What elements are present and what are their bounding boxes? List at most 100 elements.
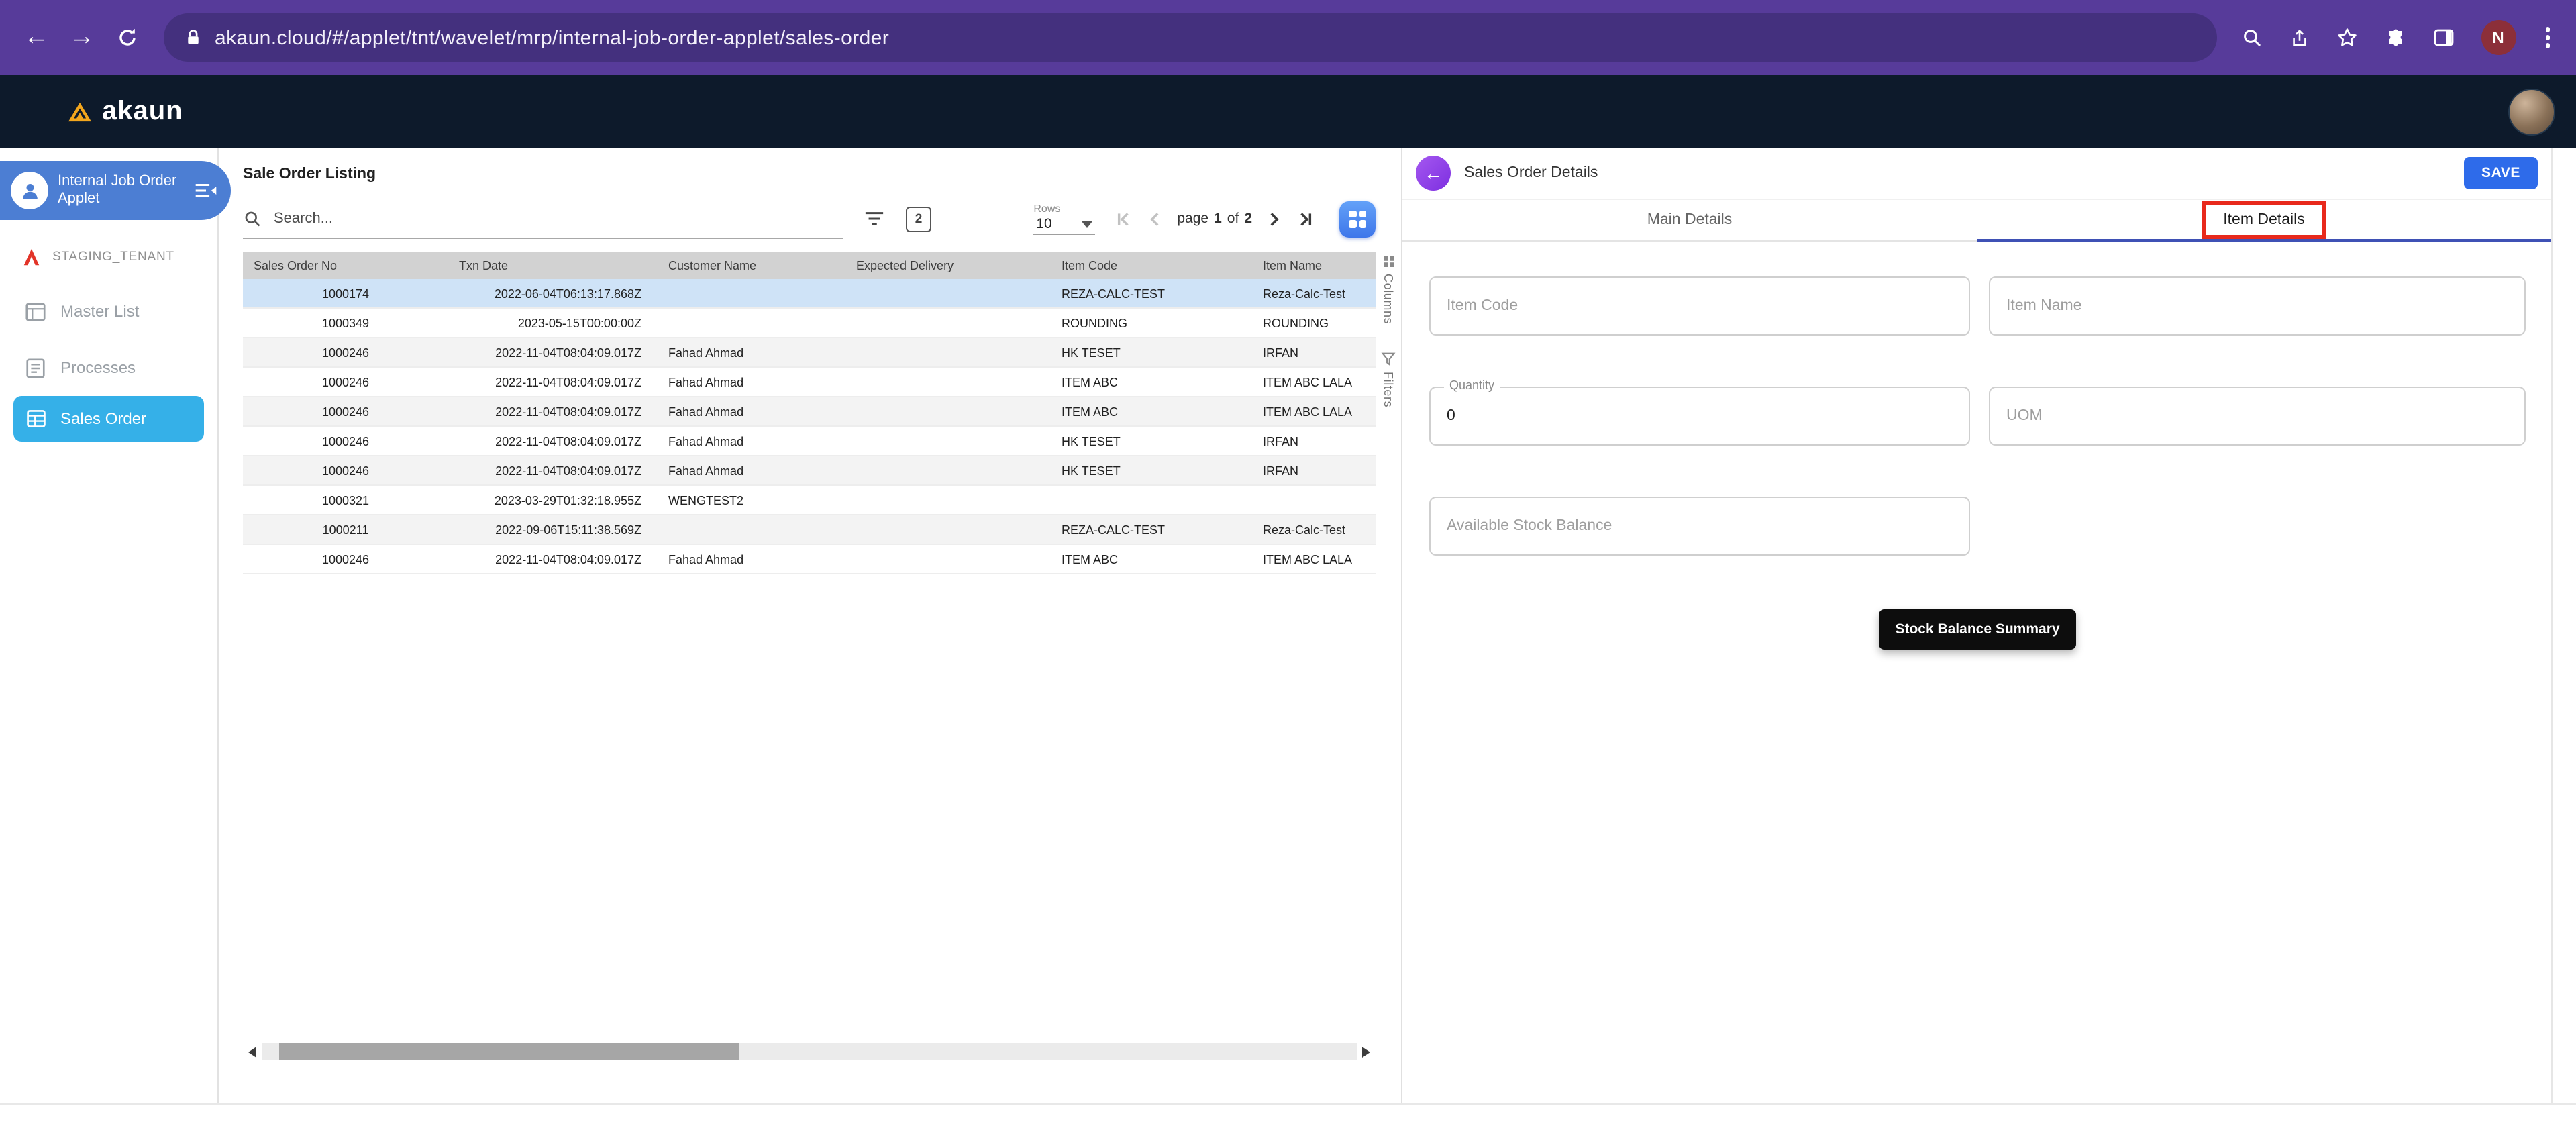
quantity-field[interactable]: Quantity 0 [1429,387,1970,446]
table-cell: ITEM ABC LALA [1252,367,1376,397]
table-row[interactable]: 10002462022-11-04T08:04:09.017ZFahad Ahm… [243,544,1376,574]
first-page-button[interactable] [1113,209,1133,229]
tab-item-details[interactable]: Item Details [1977,200,2551,240]
item-code-field[interactable]: Item Code [1429,276,1970,336]
bookmark-star-icon[interactable] [2336,27,2357,48]
table-row[interactable]: 10003492023-05-15T00:00:00ZROUNDINGROUND… [243,308,1376,338]
zoom-icon[interactable] [2240,27,2262,48]
table-row[interactable]: 10002462022-11-04T08:04:09.017ZFahad Ahm… [243,367,1376,397]
save-button[interactable]: SAVE [2464,157,2538,189]
column-header[interactable]: Item Code [1051,252,1252,279]
table-header-row: Sales Order NoTxn DateCustomer NameExpec… [243,252,1376,279]
total-pages: 2 [1244,211,1252,227]
table-cell: Fahad Ahmad [658,544,845,574]
table-cell: 2022-11-04T08:04:09.017Z [448,397,658,426]
back-button[interactable]: ← [1416,156,1451,191]
details-header: ← Sales Order Details SAVE [1402,148,2551,200]
next-page-button[interactable] [1264,209,1284,229]
filters-tab[interactable]: Filters [1381,351,1396,407]
share-icon[interactable] [2289,28,2309,48]
item-name-field[interactable]: Item Name [1989,276,2526,336]
sidebar-item-master-list[interactable]: Master List [0,283,217,340]
side-panel-icon[interactable] [2432,27,2454,48]
table-cell: 2022-11-04T08:04:09.017Z [448,367,658,397]
sales-order-icon [25,408,47,429]
tenant-icon [21,247,42,267]
table-cell: 1000174 [243,279,448,308]
lock-icon [185,28,201,47]
uom-field[interactable]: UOM [1989,387,2526,446]
sidebar-item-label: Processes [60,358,136,377]
table-cell: 2022-11-04T08:04:09.017Z [448,544,658,574]
funnel-icon [1381,351,1396,366]
sidebar-applet-header[interactable]: Internal Job Order Applet [0,161,231,220]
content-area: Internal Job Order Applet STAGING_TENANT… [0,148,2576,1105]
table-cell: 2022-11-04T08:04:09.017Z [448,338,658,367]
previous-page-button[interactable] [1145,209,1165,229]
table-cell: REZA-CALC-TEST [1051,279,1252,308]
search-icon [243,209,262,227]
menu-toggle-icon[interactable] [195,183,217,199]
user-avatar[interactable] [2508,88,2555,135]
table-row[interactable]: 10001742022-06-04T06:13:17.868ZREZA-CALC… [243,279,1376,308]
column-header[interactable]: Txn Date [448,252,658,279]
url-bar[interactable]: akaun.cloud/#/applet/tnt/wavelet/mrp/int… [164,13,2216,62]
table-row[interactable]: 10002462022-11-04T08:04:09.017ZFahad Ahm… [243,456,1376,485]
browser-reload-button[interactable] [105,15,150,60]
tab-main-details[interactable]: Main Details [1402,200,1977,240]
table-row[interactable]: 10002112022-09-06T15:11:38.569ZREZA-CALC… [243,515,1376,544]
scroll-right-icon[interactable] [1357,1040,1376,1063]
table-cell: ITEM ABC [1051,397,1252,426]
tenant-selector[interactable]: STAGING_TENANT [0,220,217,267]
columns-tab[interactable]: Columns [1382,255,1395,324]
table-cell: 1000246 [243,426,448,456]
browser-profile-avatar[interactable]: N [2481,20,2516,55]
sort-order-icon[interactable]: 2 [906,206,931,232]
applet-logo-icon [11,172,48,209]
table-cell [1051,485,1252,515]
table-row[interactable]: 10003212023-03-29T01:32:18.955ZWENGTEST2 [243,485,1376,515]
table-cell: HK TESET [1051,426,1252,456]
search-input[interactable]: Search... [243,199,843,239]
akaun-logo: akaun [67,96,183,127]
listing-title: Sale Order Listing [243,166,1401,183]
table-cell [658,279,845,308]
table-cell: IRFAN [1252,426,1376,456]
column-header[interactable]: Customer Name [658,252,845,279]
table-cell: Reza-Calc-Test [1252,515,1376,544]
scroll-left-icon[interactable] [243,1040,262,1063]
table-cell: Reza-Calc-Test [1252,279,1376,308]
table-cell: HK TESET [1051,456,1252,485]
filter-list-icon[interactable] [864,211,884,227]
scrollbar-thumb[interactable] [279,1043,739,1060]
table-cell: Fahad Ahmad [658,426,845,456]
column-header[interactable]: Sales Order No [243,252,448,279]
listing-controls: Search... 2 Rows 10 [243,199,1376,239]
scrollbar-track[interactable] [262,1043,1357,1060]
details-tabs: Main Details Item Details [1402,200,2551,242]
extensions-puzzle-icon[interactable] [2384,27,2406,48]
layout-toggle-button[interactable] [1339,201,1376,237]
browser-back-button[interactable]: ← [13,15,59,60]
sidebar-item-sales-order[interactable]: Sales Order [13,396,204,442]
table-row[interactable]: 10002462022-11-04T08:04:09.017ZFahad Ahm… [243,426,1376,456]
column-header[interactable]: Item Name [1252,252,1376,279]
sales-order-listing-panel: Sale Order Listing Search... 2 Rows [219,148,1401,1103]
browser-forward-button[interactable]: → [59,15,105,60]
sidebar: Internal Job Order Applet STAGING_TENANT… [0,148,219,1103]
sidebar-item-processes[interactable]: Processes [0,340,217,396]
table-cell: ROUNDING [1252,308,1376,338]
table-cell: 1000246 [243,544,448,574]
available-stock-balance-field[interactable]: Available Stock Balance [1429,497,1970,556]
table-cell: 2022-11-04T08:04:09.017Z [448,456,658,485]
last-page-button[interactable] [1296,209,1317,229]
table-cell [845,426,1051,456]
horizontal-scrollbar[interactable] [243,1040,1376,1063]
rows-per-page-select[interactable]: Rows 10 [1033,203,1095,235]
column-header[interactable]: Expected Delivery [845,252,1051,279]
table-row[interactable]: 10002462022-11-04T08:04:09.017ZFahad Ahm… [243,338,1376,367]
browser-menu-icon[interactable] [2542,25,2553,51]
table-row[interactable]: 10002462022-11-04T08:04:09.017ZFahad Ahm… [243,397,1376,426]
table-cell: Fahad Ahmad [658,456,845,485]
stock-balance-summary-button[interactable]: Stock Balance Summary [1879,609,2075,650]
